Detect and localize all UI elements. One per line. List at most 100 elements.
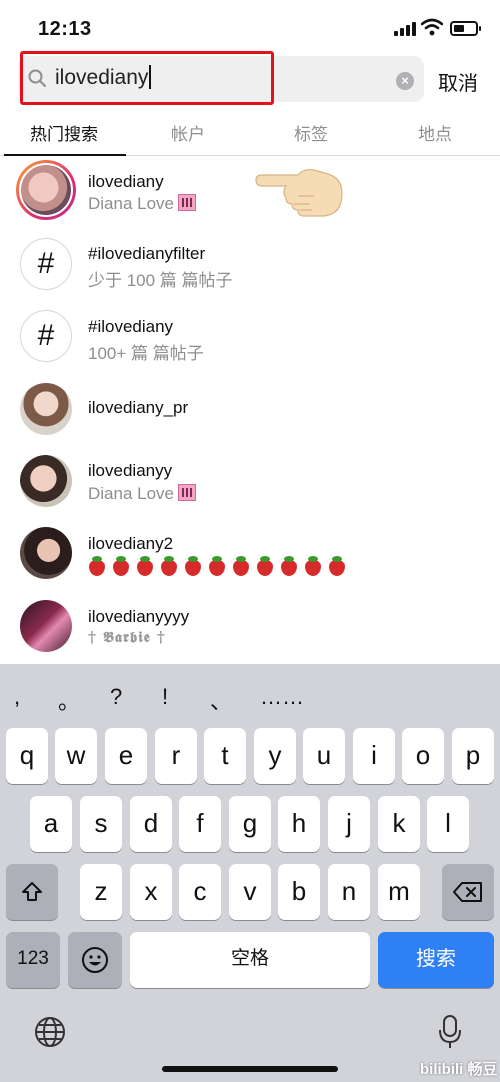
- result-subtitle: 100+ 篇 篇帖子: [88, 344, 204, 363]
- result-name: ilovediany2: [88, 534, 174, 553]
- text-caret: [149, 65, 152, 89]
- tab-accounts[interactable]: 帐户: [171, 120, 205, 145]
- search-icon: [28, 69, 46, 87]
- tab-top[interactable]: 热门搜索: [30, 120, 98, 145]
- result-row[interactable]: ilovedianyyyy † 𝕭𝖆𝖗𝖇𝖎𝖊 †: [0, 589, 500, 661]
- avatar[interactable]: [16, 160, 76, 220]
- strawberry-icon: [208, 556, 226, 576]
- status-bar: 12:13: [0, 0, 500, 50]
- search-query-text: ilovediany: [55, 66, 149, 89]
- strawberry-icon: [328, 556, 346, 576]
- key-a[interactable]: a: [30, 796, 72, 852]
- key-q[interactable]: q: [6, 728, 48, 784]
- key-s[interactable]: s: [80, 796, 122, 852]
- shift-icon: [22, 882, 42, 901]
- clear-search-icon[interactable]: ×: [396, 72, 414, 90]
- punct-key[interactable]: !: [162, 684, 168, 710]
- punct-key[interactable]: ?: [110, 684, 122, 710]
- watermark: bilibili 畅豆: [420, 1061, 498, 1078]
- strawberry-icon: [88, 556, 106, 576]
- emoji-icon: [82, 947, 108, 973]
- key-i[interactable]: i: [353, 728, 395, 784]
- key-f[interactable]: f: [179, 796, 221, 852]
- strawberry-icon: [136, 556, 154, 576]
- key-b[interactable]: b: [278, 864, 320, 920]
- cancel-button[interactable]: 取消: [438, 67, 478, 96]
- signal-icon: [394, 22, 418, 36]
- key-j[interactable]: j: [328, 796, 370, 852]
- result-name: ilovediany_pr: [88, 398, 189, 417]
- result-row[interactable]: # #ilovedianyfilter 少于 100 篇 篇帖子: [0, 228, 500, 300]
- avatar[interactable]: [20, 383, 72, 435]
- key-u[interactable]: u: [303, 728, 345, 784]
- search-tabs: 热门搜索 帐户 标签 地点: [0, 110, 500, 156]
- tab-places[interactable]: 地点: [418, 120, 452, 145]
- result-subtitle: 少于 100 篇 篇帖子: [88, 271, 233, 290]
- result-name: #ilovedianyfilter: [88, 244, 206, 263]
- strawberry-icon: [232, 556, 250, 576]
- key-r[interactable]: r: [155, 728, 197, 784]
- key-e[interactable]: e: [105, 728, 147, 784]
- microphone-icon[interactable]: [438, 1014, 462, 1050]
- key-k[interactable]: k: [378, 796, 420, 852]
- result-name: ilovedianyy: [88, 461, 173, 480]
- search-return-key[interactable]: 搜索: [378, 932, 494, 988]
- strawberry-icon: [280, 556, 298, 576]
- globe-icon[interactable]: [34, 1016, 66, 1048]
- punct-key[interactable]: 。: [58, 684, 80, 716]
- key-n[interactable]: n: [328, 864, 370, 920]
- key-p[interactable]: p: [452, 728, 494, 784]
- home-indicator: [162, 1066, 338, 1072]
- shift-key[interactable]: [6, 864, 58, 920]
- key-g[interactable]: g: [229, 796, 271, 852]
- result-subtitle: † 𝕭𝖆𝖗𝖇𝖎𝖊 †: [88, 628, 166, 646]
- key-o[interactable]: o: [402, 728, 444, 784]
- strawberry-icon: [256, 556, 274, 576]
- love-hotel-icon: [178, 484, 197, 501]
- result-subtitle: Diana Love: [88, 194, 197, 214]
- punct-key[interactable]: ……: [260, 684, 304, 710]
- tab-tags[interactable]: 标签: [294, 120, 328, 145]
- result-name: ilovedianyyyy: [88, 607, 190, 626]
- key-m[interactable]: m: [378, 864, 420, 920]
- numbers-key[interactable]: 123: [6, 932, 60, 988]
- avatar[interactable]: [20, 455, 72, 507]
- pointing-hand-icon: [255, 168, 343, 217]
- key-z[interactable]: z: [80, 864, 122, 920]
- result-subtitle: Diana Love: [88, 484, 197, 504]
- emoji-key[interactable]: [68, 932, 122, 988]
- wifi-icon: [421, 18, 443, 36]
- key-d[interactable]: d: [130, 796, 172, 852]
- status-time: 12:13: [38, 18, 92, 40]
- avatar[interactable]: [20, 600, 72, 652]
- strawberry-icon: [184, 556, 202, 576]
- result-row[interactable]: # #ilovediany 100+ 篇 篇帖子: [0, 300, 500, 372]
- key-h[interactable]: h: [278, 796, 320, 852]
- strawberry-icon: [160, 556, 178, 576]
- result-subtitle: [88, 556, 352, 578]
- result-row[interactable]: ilovediany Diana Love: [0, 156, 500, 228]
- result-name: #ilovediany: [88, 317, 174, 336]
- key-l[interactable]: l: [427, 796, 469, 852]
- key-t[interactable]: t: [204, 728, 246, 784]
- love-hotel-icon: [178, 194, 197, 211]
- punct-key[interactable]: 、: [210, 684, 232, 716]
- key-x[interactable]: x: [130, 864, 172, 920]
- hashtag-icon: #: [20, 238, 72, 290]
- key-c[interactable]: c: [179, 864, 221, 920]
- result-row[interactable]: ilovediany2: [0, 517, 500, 589]
- punct-key[interactable]: ,: [14, 684, 20, 710]
- avatar[interactable]: [20, 527, 72, 579]
- space-key[interactable]: 空格: [130, 932, 370, 988]
- result-row[interactable]: ilovediany_pr: [0, 372, 500, 444]
- key-w[interactable]: w: [55, 728, 97, 784]
- search-query[interactable]: ilovediany: [55, 64, 152, 92]
- backspace-icon: [453, 882, 482, 902]
- key-y[interactable]: y: [254, 728, 296, 784]
- strawberry-icon: [304, 556, 322, 576]
- battery-icon: [450, 21, 481, 36]
- backspace-key[interactable]: [442, 864, 494, 920]
- key-v[interactable]: v: [229, 864, 271, 920]
- keyboard: , 。 ? ! 、 …… q w e r t y u i o p a s d f…: [0, 664, 500, 1082]
- result-row[interactable]: ilovedianyy Diana Love: [0, 445, 500, 517]
